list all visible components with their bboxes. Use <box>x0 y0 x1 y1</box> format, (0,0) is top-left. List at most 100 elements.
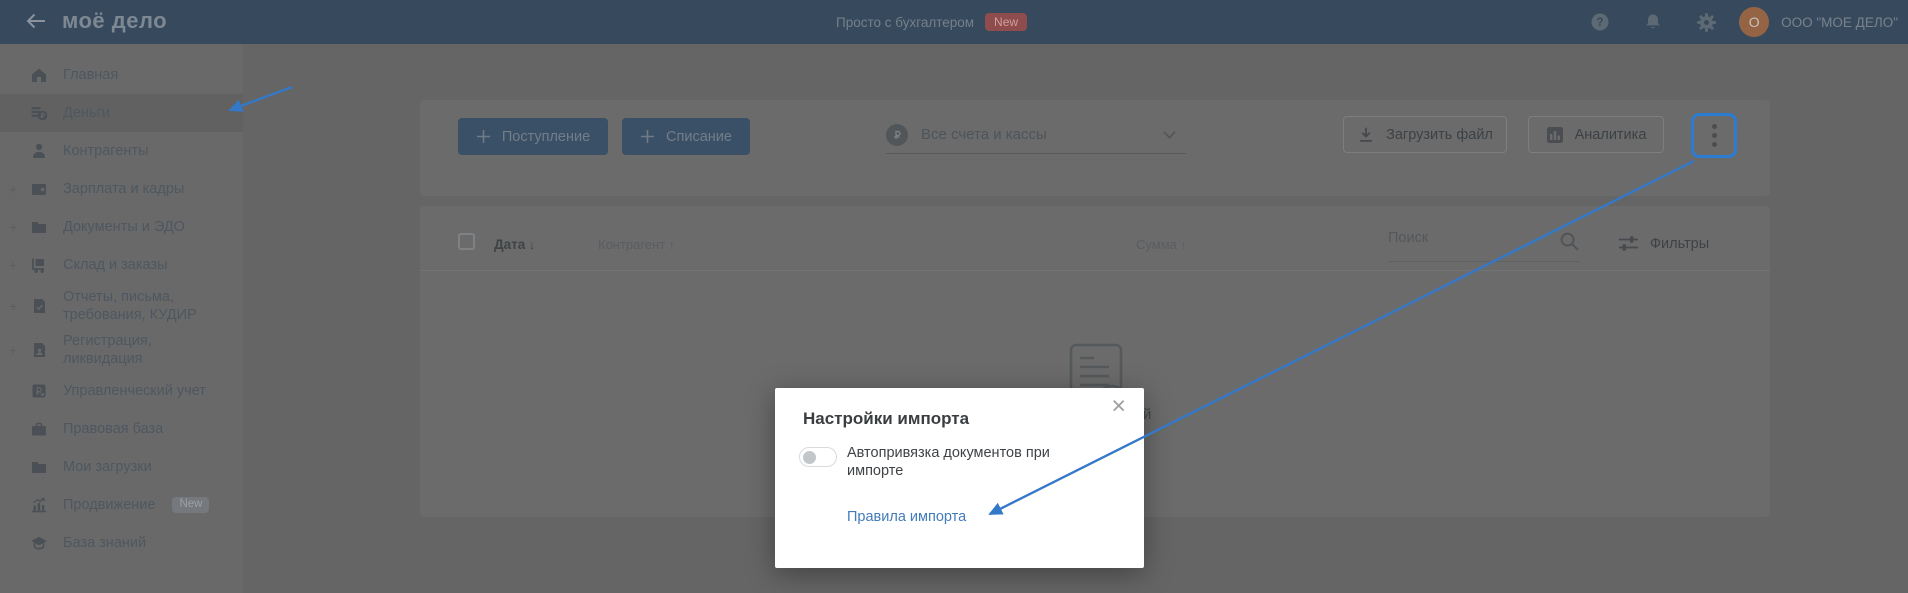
sidebar-item-label: Контрагенты <box>63 143 149 159</box>
column-header-contractor[interactable]: Контрагент ↑ <box>598 237 675 252</box>
modal-title: Настройки импорта <box>803 409 970 428</box>
warehouse-icon <box>30 256 48 274</box>
sort-asc-icon: ↑ <box>1180 238 1187 252</box>
select-all-checkbox[interactable] <box>458 233 475 250</box>
sidebar-item-8[interactable]: Управленческий учет <box>0 372 243 410</box>
sidebar-item-label: Продвижение <box>63 497 156 513</box>
sidebar-item-11[interactable]: Продвижение New <box>0 486 243 524</box>
new-badge: New <box>172 496 210 514</box>
analytics-label: Аналитика <box>1574 126 1647 143</box>
sidebar-item-7[interactable]: + Регистрация, ликвидация <box>0 328 243 372</box>
sidebar-item-9[interactable]: Правовая база <box>0 410 243 448</box>
sidebar-item-label: Главная <box>63 67 119 83</box>
sidebar-item-label: База знаний <box>63 535 147 551</box>
plus-icon <box>476 130 490 143</box>
toggle-knob <box>803 450 816 464</box>
sidebar-item-4[interactable]: + Документы и ЭДО <box>0 208 243 246</box>
sidebar-item-5[interactable]: + Склад и заказы <box>0 246 243 284</box>
search-input[interactable] <box>1388 230 1548 246</box>
new-badge: New <box>985 13 1028 31</box>
analytics-button[interactable]: Аналитика <box>1528 116 1664 153</box>
sort-asc-icon: ↑ <box>668 238 675 252</box>
search-field <box>1388 226 1580 262</box>
sort-desc-icon: ↓ <box>529 238 536 252</box>
account-name[interactable]: ООО "МОЕ ДЕЛО" <box>1781 15 1898 30</box>
sidebar-item-label: Регистрация, ликвидация <box>63 333 152 367</box>
expand-plus-icon[interactable]: + <box>9 341 17 359</box>
sidebar-item-10[interactable]: Мои загрузки <box>0 448 243 486</box>
sidebar-item-2[interactable]: Контрагенты <box>0 132 243 170</box>
sidebar-item-1[interactable]: Деньги <box>0 94 243 132</box>
top-header-bar: моё дело Просто с бухгалтером New ? O ОО… <box>0 0 1908 44</box>
sidebar-item-3[interactable]: + Зарплата и кадры <box>0 170 243 208</box>
sidebar-item-label: Отчеты, письма, требования, КУДИР <box>63 289 197 323</box>
accounts-filter-select[interactable]: Все счета и кассы <box>886 116 1186 154</box>
sidebar-item-0[interactable]: Главная <box>0 56 243 94</box>
sidebar-item-label: Управленческий учет <box>63 383 206 399</box>
settings-gear-icon[interactable] <box>1695 11 1717 33</box>
sidebar-item-12[interactable]: База знаний <box>0 524 243 562</box>
help-icon[interactable]: ? <box>1589 11 1611 33</box>
add-expense-button[interactable]: Списание <box>622 118 750 155</box>
sidebar-item-label: Склад и заказы <box>63 257 168 273</box>
money-icon <box>30 104 48 122</box>
svg-text:?: ? <box>1597 17 1604 29</box>
sidebar-item-label: Зарплата и кадры <box>63 181 185 197</box>
sidebar-nav: Главная Деньги Контрагенты + Зарплата и кадр… <box>0 44 243 593</box>
expand-plus-icon[interactable]: + <box>9 218 17 236</box>
promotion-icon <box>30 496 48 514</box>
add-income-button[interactable]: Поступление <box>458 118 608 155</box>
kebab-menu-icon <box>1711 124 1717 147</box>
sidebar-item-label: Деньги <box>63 105 110 121</box>
ruble-icon <box>886 123 908 146</box>
app-logo[interactable]: моё дело <box>62 8 167 34</box>
notifications-bell-icon[interactable] <box>1642 11 1664 33</box>
auto-link-toggle[interactable] <box>799 447 837 467</box>
sidebar-item-label: Мои загрузки <box>63 459 152 475</box>
expand-plus-icon[interactable]: + <box>9 256 17 274</box>
downloads-icon <box>30 458 48 476</box>
sidebar-item-label: Документы и ЭДО <box>63 219 185 235</box>
contractors-icon <box>30 142 48 160</box>
plus-icon <box>641 130 655 143</box>
avatar[interactable]: O <box>1739 7 1770 37</box>
sidebar-item-6[interactable]: + Отчеты, письма, требования, КУДИР <box>0 284 243 328</box>
accounts-filter-value: Все счета и кассы <box>921 126 1047 143</box>
add-income-label: Поступление <box>501 128 591 145</box>
import-settings-modal: Настройки импорта × Автопривязка докумен… <box>775 388 1144 568</box>
search-icon[interactable] <box>1559 231 1580 252</box>
filters-label: Фильтры <box>1650 235 1710 252</box>
filter-sliders-icon <box>1619 236 1638 251</box>
legal-icon <box>30 420 48 438</box>
back-arrow-icon[interactable] <box>26 12 46 35</box>
header-tagline: Просто с бухгалтером <box>836 14 975 30</box>
bar-chart-icon <box>1546 126 1563 143</box>
registration-icon <box>30 341 48 359</box>
management-icon <box>30 382 48 400</box>
empty-state-text-fragment: й <box>1143 406 1152 423</box>
toolbar-card: Поступление Списание Все счета и кассы З… <box>420 100 1770 196</box>
import-rules-link[interactable]: Правила импорта <box>847 509 966 525</box>
expand-plus-icon[interactable]: + <box>9 180 17 198</box>
more-options-button[interactable] <box>1691 113 1737 158</box>
auto-link-toggle-label: Автопривязка документов при импорте <box>847 445 1050 479</box>
filters-button[interactable]: Фильтры <box>1618 235 1709 252</box>
knowledge-icon <box>30 534 48 552</box>
expand-plus-icon[interactable]: + <box>9 297 17 315</box>
add-expense-label: Списание <box>666 128 732 145</box>
column-header-date[interactable]: Дата ↓ <box>494 237 535 252</box>
header-actions: ? O ООО "МОЕ ДЕЛО" <box>1558 0 1898 44</box>
reports-icon <box>30 297 48 315</box>
documents-icon <box>30 218 48 236</box>
upload-file-label: Загрузить файл <box>1386 126 1493 143</box>
home-icon <box>30 66 48 84</box>
salary-icon <box>30 180 48 198</box>
chevron-down-icon <box>1163 130 1176 139</box>
table-header-divider <box>420 270 1770 271</box>
app-window: моё дело Просто с бухгалтером New ? O ОО… <box>0 0 1908 593</box>
column-header-sum[interactable]: Сумма ↑ <box>1136 237 1186 252</box>
download-icon <box>1360 127 1372 142</box>
close-icon[interactable]: × <box>1111 394 1126 419</box>
upload-file-button[interactable]: Загрузить файл <box>1343 116 1507 153</box>
header-tagline-group: Просто с бухгалтером New <box>836 0 1028 44</box>
